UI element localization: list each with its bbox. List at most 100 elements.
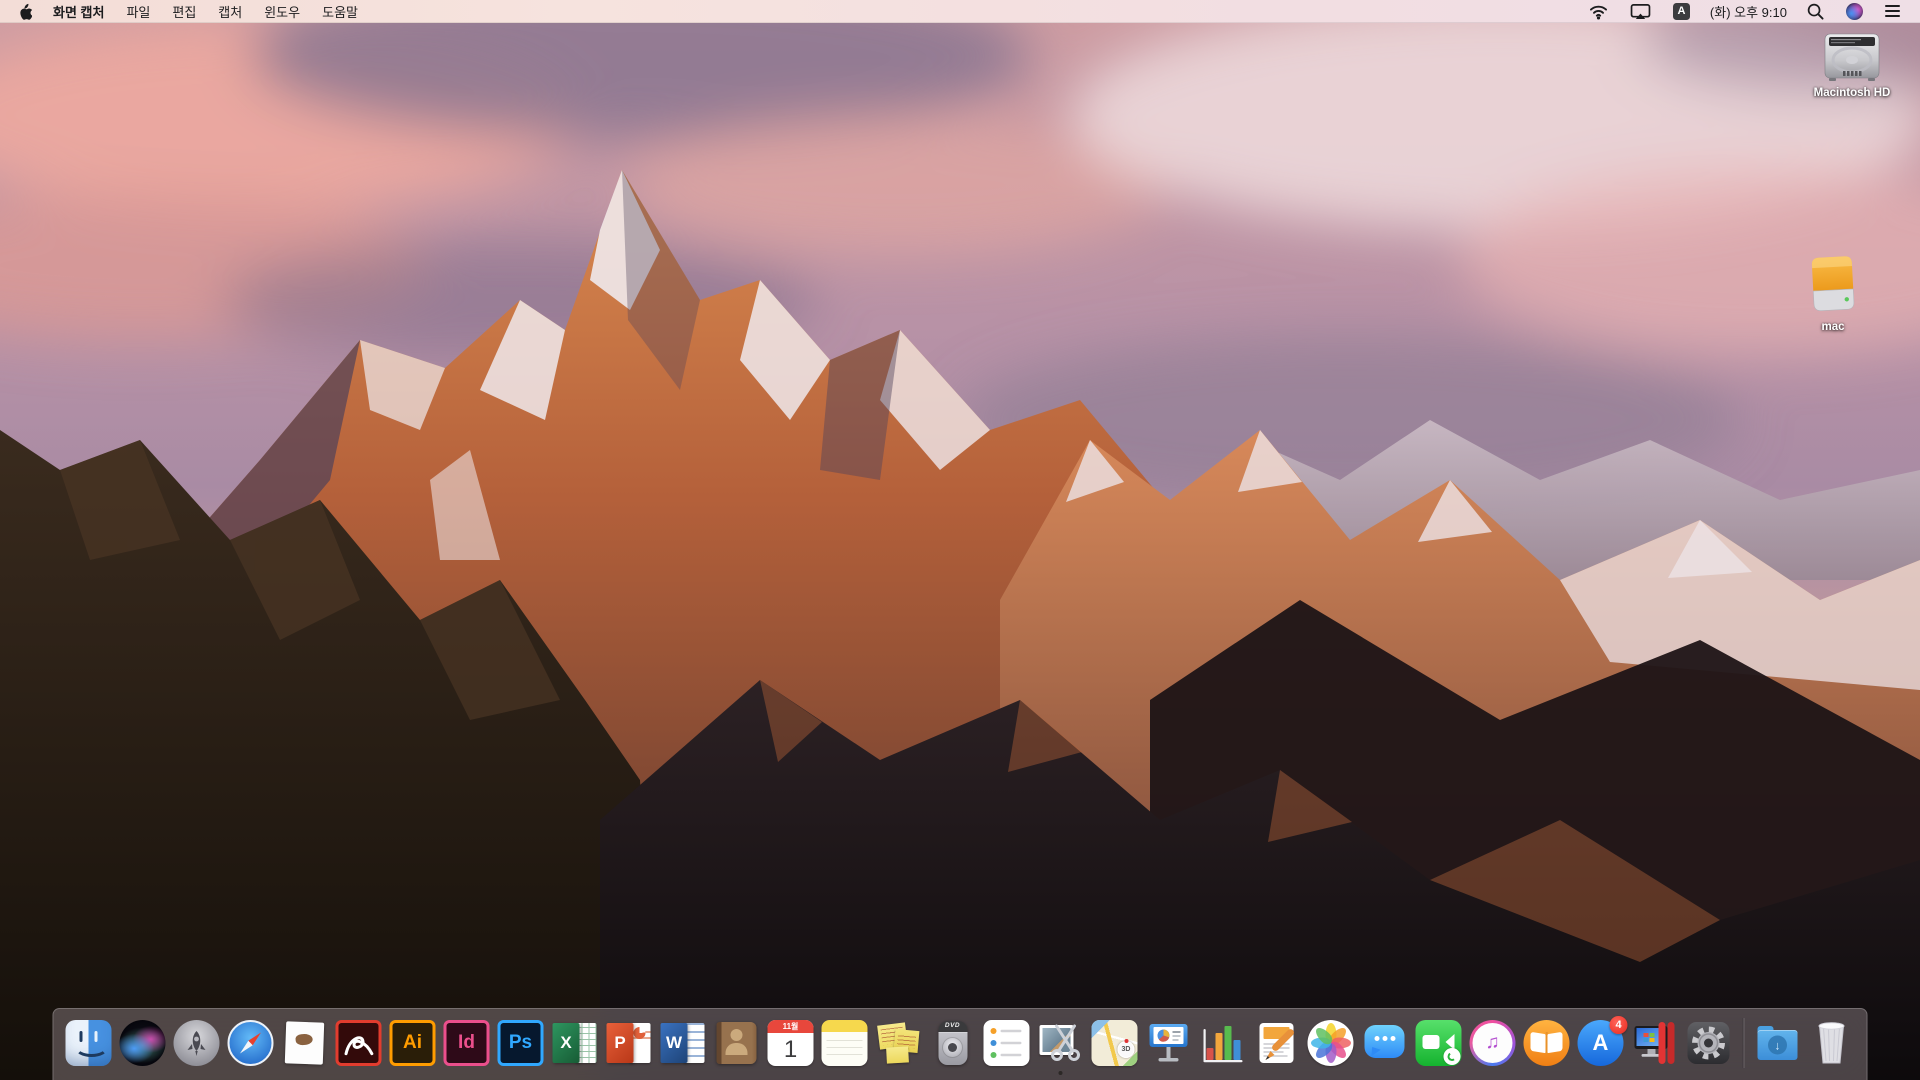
dock-icon-notes[interactable] — [822, 1020, 868, 1066]
menu-help[interactable]: 도움말 — [311, 0, 369, 22]
compass-icon — [228, 1020, 274, 1066]
sticky-note — [886, 1046, 909, 1063]
dock-icon-numbers[interactable] — [1200, 1020, 1246, 1066]
dock-icon-itunes[interactable]: ♫ — [1470, 1020, 1516, 1066]
dock-icon-messages[interactable] — [1362, 1020, 1408, 1066]
address-book-icon — [717, 1022, 757, 1064]
dock: Ai Id Ps X P W 11월 1 — [53, 1008, 1868, 1080]
dock-icon-adobe-illustrator[interactable]: Ai — [390, 1020, 436, 1066]
app-store-notification-badge: 4 — [1610, 1016, 1628, 1034]
dock-icon-adobe-photoshop[interactable]: Ps — [498, 1020, 544, 1066]
internal-drive-icon — [1819, 30, 1885, 84]
dock-icon-launchpad[interactable] — [174, 1020, 220, 1066]
dock-icon-grab-screen-capture[interactable] — [1038, 1020, 1084, 1066]
dock-icon-adobe-acrobat[interactable] — [336, 1020, 382, 1066]
bar-chart-icon — [1200, 1020, 1246, 1066]
menu-file[interactable]: 파일 — [115, 0, 161, 22]
gear-icon — [1686, 1020, 1732, 1066]
dock-icon-maps[interactable]: 3D — [1092, 1020, 1138, 1066]
dock-icon-powerpoint[interactable]: P — [606, 1020, 652, 1066]
input-source-icon: A — [1673, 3, 1690, 20]
dock-icon-finder[interactable] — [66, 1020, 112, 1066]
calendar-month: 11월 — [768, 1020, 814, 1033]
reminders-list-icon — [984, 1020, 1030, 1066]
dock-icon-word[interactable]: W — [660, 1020, 706, 1066]
word-logo-text: W — [661, 1023, 688, 1063]
calendar-day: 1 — [768, 1033, 814, 1066]
display-mirroring-menu-extra[interactable] — [1622, 0, 1659, 22]
dvd-remote-icon: DVD — [938, 1021, 967, 1065]
maps-3d-badge: 3D — [1118, 1041, 1135, 1058]
trash-basket-icon — [1809, 1018, 1855, 1066]
dock-icon-adobe-indesign[interactable]: Id — [444, 1020, 490, 1066]
phone-handset-icon — [1444, 1048, 1461, 1065]
menu-bar-status: A (화) 오후 9:10 — [1581, 0, 1908, 22]
dvd-label-text: DVD — [938, 1022, 967, 1029]
dock-icon-mail[interactable] — [282, 1020, 328, 1066]
dock-icon-stickies[interactable] — [876, 1020, 922, 1066]
siri-icon — [1846, 3, 1863, 20]
dock-icon-excel[interactable]: X — [552, 1020, 598, 1066]
indesign-logo-text: Id — [458, 1032, 475, 1054]
stamp-icon — [285, 1021, 324, 1064]
external-drive-icon — [1802, 252, 1864, 318]
rocket-icon — [182, 1028, 212, 1058]
wifi-icon — [1589, 3, 1608, 20]
apple-logo-icon — [18, 3, 32, 20]
dock-icon-downloads-folder[interactable]: ↓ — [1755, 1020, 1801, 1066]
desktop-icon-external-drive-mac[interactable]: mac — [1788, 252, 1878, 333]
pages-document-icon — [1254, 1020, 1300, 1066]
dock-icon-system-preferences[interactable] — [1686, 1020, 1732, 1066]
dock-icon-pages[interactable] — [1254, 1020, 1300, 1066]
dock-icon-keynote[interactable] — [1146, 1020, 1192, 1066]
apple-menu[interactable] — [12, 0, 42, 22]
illustrator-logo-text: Ai — [403, 1032, 422, 1054]
acrobat-loop-icon — [343, 1028, 375, 1058]
menu-bar: 화면 캡처 파일 편집 캡처 윈도우 도움말 — [0, 0, 1920, 23]
app-store-logo-text: A — [1593, 1030, 1609, 1056]
notification-center-icon — [1885, 5, 1900, 17]
input-source-menu-extra[interactable]: A — [1665, 0, 1698, 22]
open-book-icon — [1531, 1032, 1546, 1053]
typing-dots — [1362, 1036, 1408, 1041]
menu-bar-clock[interactable]: (화) 오후 9:10 — [1704, 2, 1793, 21]
desktop: 화면 캡처 파일 편집 캡처 윈도우 도움말 — [0, 0, 1920, 1080]
sierra-mountain-wallpaper — [0, 0, 1920, 1080]
dock-icon-reminders[interactable] — [984, 1020, 1030, 1066]
dock-icon-contacts[interactable] — [714, 1020, 760, 1066]
dock-separator — [1743, 1018, 1744, 1068]
parallels-imac-icon — [1632, 1020, 1678, 1066]
airplay-display-icon — [1630, 3, 1651, 20]
spotlight-menu-extra[interactable] — [1799, 0, 1832, 22]
photoshop-logo-text: Ps — [509, 1032, 532, 1054]
dock-icon-app-store[interactable]: A 4 — [1578, 1020, 1624, 1066]
scissors-icon — [1048, 1022, 1084, 1062]
siri-menu-extra[interactable] — [1838, 0, 1871, 22]
notification-center-menu-extra[interactable] — [1877, 0, 1908, 22]
desktop-icon-label: mac — [1821, 321, 1844, 333]
dock-icon-facetime[interactable] — [1416, 1020, 1462, 1066]
dock-icon-ibooks[interactable] — [1524, 1020, 1570, 1066]
music-note-icon: ♫ — [1473, 1023, 1513, 1063]
dock-icon-siri[interactable] — [120, 1020, 166, 1066]
powerpoint-logo-text: P — [607, 1023, 634, 1063]
excel-logo-text: X — [553, 1023, 580, 1063]
menu-bar-left: 화면 캡처 파일 편집 캡처 윈도우 도움말 — [12, 0, 369, 22]
dock-icon-photos[interactable] — [1308, 1020, 1354, 1066]
menu-capture[interactable]: 캡처 — [207, 0, 253, 22]
app-menu-title[interactable]: 화면 캡처 — [42, 0, 115, 22]
download-arrow-icon: ↓ — [1768, 1036, 1787, 1055]
speech-bubble-icon — [1365, 1025, 1405, 1058]
dock-icon-safari[interactable] — [228, 1020, 274, 1066]
search-icon — [1807, 3, 1824, 20]
desktop-icon-macintosh-hd[interactable]: Macintosh HD — [1792, 30, 1912, 99]
dock-icon-dvd-player[interactable]: DVD — [930, 1020, 976, 1066]
menu-edit[interactable]: 편집 — [161, 0, 207, 22]
dock-icon-parallels-desktop[interactable] — [1632, 1020, 1678, 1066]
dock-icon-calendar[interactable]: 11월 1 — [768, 1020, 814, 1066]
desktop-icon-label: Macintosh HD — [1814, 87, 1891, 99]
keynote-podium-icon — [1146, 1020, 1192, 1066]
wifi-menu-extra[interactable] — [1581, 0, 1616, 22]
dock-icon-trash[interactable] — [1809, 1020, 1855, 1066]
menu-window[interactable]: 윈도우 — [253, 0, 311, 22]
